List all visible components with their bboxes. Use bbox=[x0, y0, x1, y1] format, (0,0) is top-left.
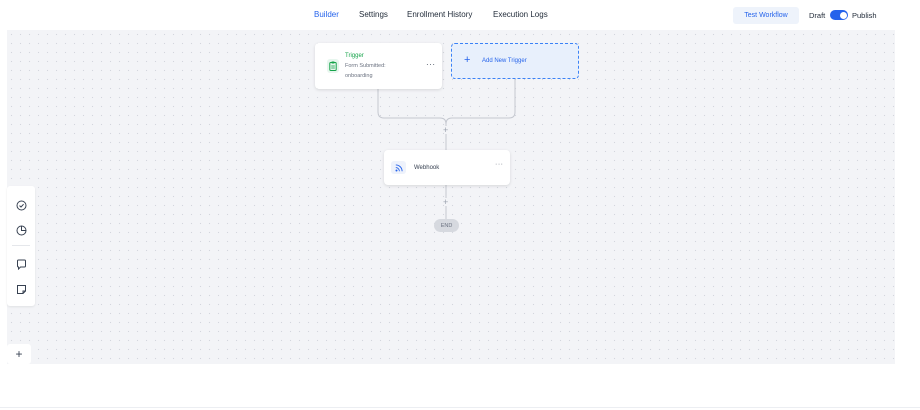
plus-icon: + bbox=[464, 54, 471, 66]
end-marker: END bbox=[434, 219, 459, 232]
side-toolbar bbox=[7, 186, 35, 306]
webhook-menu-button[interactable]: ··· bbox=[495, 161, 504, 168]
add-new-trigger-label: Add New Trigger bbox=[482, 58, 527, 64]
trigger-node[interactable]: Trigger Form Submitted: onboarding ··· bbox=[315, 43, 442, 89]
rss-icon bbox=[391, 161, 406, 174]
comment-icon[interactable] bbox=[16, 257, 27, 271]
add-node-button[interactable]: + bbox=[7, 344, 31, 364]
trigger-title: Trigger bbox=[345, 53, 364, 59]
add-new-trigger-button[interactable]: + Add New Trigger bbox=[451, 43, 579, 79]
sticky-note-icon[interactable] bbox=[16, 282, 27, 294]
pie-chart-icon[interactable] bbox=[16, 223, 27, 236]
trigger-subtitle: Form Submitted: bbox=[345, 63, 386, 69]
add-step-button[interactable]: + bbox=[443, 197, 448, 207]
clipboard-icon bbox=[327, 59, 339, 73]
bottom-divider bbox=[0, 407, 920, 408]
webhook-node[interactable]: Webhook ··· bbox=[384, 150, 510, 185]
trigger-menu-button[interactable]: ··· bbox=[426, 60, 436, 69]
toolbar-divider bbox=[12, 245, 30, 246]
add-step-button[interactable]: + bbox=[443, 125, 448, 135]
check-circle-icon[interactable] bbox=[16, 198, 27, 211]
trigger-form-name: onboarding bbox=[345, 73, 373, 79]
webhook-label: Webhook bbox=[414, 165, 440, 171]
